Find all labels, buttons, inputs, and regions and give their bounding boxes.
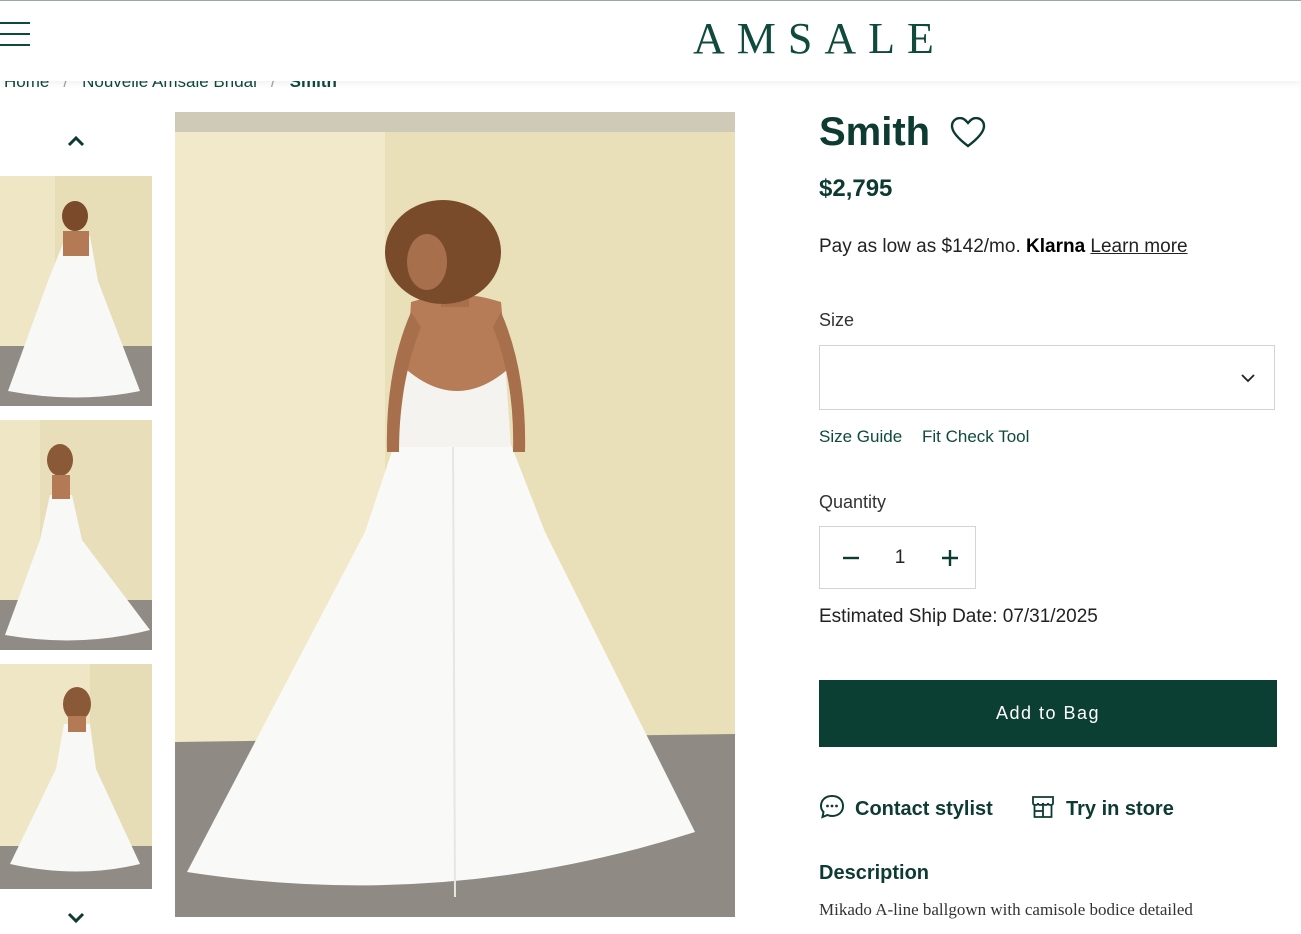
quantity-value[interactable]: 1 bbox=[890, 547, 910, 569]
minus-icon[interactable] bbox=[838, 545, 864, 571]
product-title: Smith bbox=[819, 110, 931, 154]
chat-bubble-icon bbox=[819, 794, 845, 825]
learn-more-link[interactable]: Learn more bbox=[1090, 236, 1187, 257]
site-header: AMSALE bbox=[0, 0, 1301, 81]
product-price: $2,795 bbox=[819, 175, 893, 202]
quantity-stepper: 1 bbox=[819, 526, 976, 589]
chevron-down-icon[interactable] bbox=[64, 905, 88, 929]
thumbnail-side-view[interactable] bbox=[0, 420, 152, 650]
size-select[interactable] bbox=[819, 345, 1275, 410]
fit-check-tool-link[interactable]: Fit Check Tool bbox=[922, 427, 1029, 447]
heart-icon[interactable] bbox=[950, 116, 986, 149]
thumbnail-back-view[interactable] bbox=[0, 176, 152, 406]
thumbnail-front-view[interactable] bbox=[0, 664, 152, 889]
description-heading: Description bbox=[819, 862, 930, 884]
klarna-logo: Klarna bbox=[1026, 236, 1086, 257]
contact-stylist-button[interactable]: Contact stylist bbox=[819, 794, 993, 824]
try-in-store-label: Try in store bbox=[1066, 797, 1174, 820]
chevron-down-icon bbox=[1238, 368, 1258, 388]
description-text: Mikado A-line ballgown with camisole bod… bbox=[819, 900, 1193, 919]
main-product-image[interactable] bbox=[175, 112, 735, 917]
add-to-bag-button[interactable]: Add to Bag bbox=[819, 680, 1277, 747]
plus-icon[interactable] bbox=[937, 545, 963, 571]
hamburger-menu-icon[interactable] bbox=[0, 22, 32, 48]
klarna-text: Pay as low as $142/mo. bbox=[819, 236, 1021, 257]
try-in-store-button[interactable]: Try in store bbox=[1030, 794, 1174, 824]
contact-stylist-label: Contact stylist bbox=[855, 797, 993, 820]
size-label: Size bbox=[819, 310, 855, 330]
size-guide-link[interactable]: Size Guide bbox=[819, 427, 902, 447]
brand-logo[interactable]: AMSALE bbox=[693, 13, 946, 64]
chevron-up-icon[interactable] bbox=[64, 130, 88, 154]
quantity-label: Quantity bbox=[819, 492, 887, 512]
klarna-financing: Pay as low as $142/mo. Klarna Learn more bbox=[819, 236, 1188, 258]
estimated-ship-date: Estimated Ship Date: 07/31/2025 bbox=[819, 606, 1098, 627]
store-icon bbox=[1030, 794, 1056, 825]
